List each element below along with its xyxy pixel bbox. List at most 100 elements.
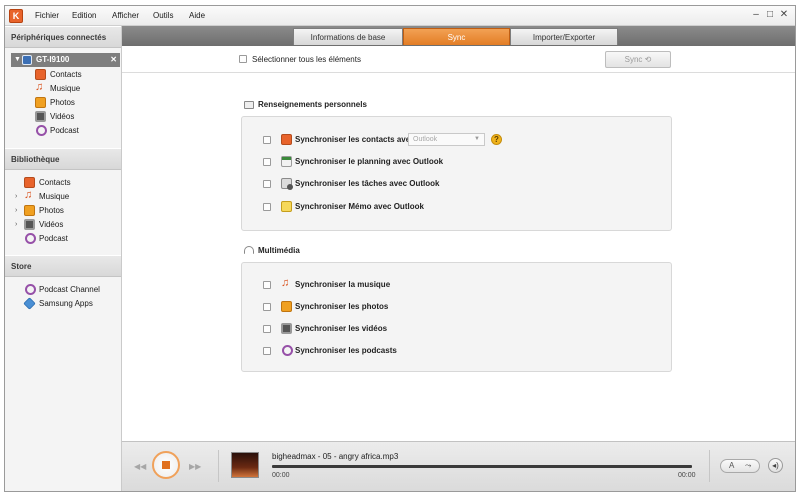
stop-button[interactable] bbox=[152, 451, 180, 479]
sync-videos-checkbox[interactable] bbox=[263, 325, 271, 333]
sync-tasks-checkbox[interactable] bbox=[263, 180, 271, 188]
store-header: Store bbox=[5, 255, 121, 277]
apps-icon bbox=[23, 297, 36, 310]
close-icon[interactable]: ✕ bbox=[777, 8, 791, 22]
sync-videos-label: Synchroniser les vidéos bbox=[295, 324, 388, 333]
menu-edition[interactable]: Edition bbox=[72, 6, 96, 26]
media-player: ◀◀ ▶▶ bigheadmax - 05 - angry africa.mp3… bbox=[122, 441, 795, 491]
sync-memo-label: Synchroniser Mémo avec Outlook bbox=[295, 202, 424, 211]
expand-icon[interactable]: ▼ bbox=[14, 53, 21, 67]
shuffle-icon[interactable]: ⤳ bbox=[745, 461, 751, 471]
divider bbox=[709, 450, 710, 482]
app-logo-icon: K bbox=[9, 9, 23, 23]
sync-panel: Renseignements personnels Synchroniser l… bbox=[122, 73, 795, 441]
sync-music-option: Synchroniser la musique bbox=[242, 277, 662, 292]
sync-tasks-option: Synchroniser les tâches avec Outlook bbox=[242, 177, 662, 191]
menu-bar: K Fichier Edition Afficher Outils Aide –… bbox=[5, 6, 795, 26]
store-item-label: Podcast Channel bbox=[39, 285, 100, 294]
chevron-down-icon: ▼ bbox=[474, 136, 480, 142]
select-all-checkbox[interactable] bbox=[239, 55, 247, 63]
next-track-icon[interactable]: ▶▶ bbox=[189, 462, 201, 471]
videos-icon bbox=[24, 219, 35, 230]
device-row[interactable]: ▼ GT-I9100 ✕ bbox=[11, 53, 120, 67]
menu-fichier[interactable]: Fichier bbox=[35, 6, 59, 26]
library-item-label: Podcast bbox=[39, 234, 68, 243]
volume-icon[interactable]: ◂) bbox=[768, 458, 783, 473]
sidebar: Périphériques connectés ▼ GT-I9100 ✕ Con… bbox=[5, 26, 122, 491]
podcast-icon bbox=[35, 125, 47, 136]
device-item-label: Musique bbox=[50, 84, 81, 93]
contacts-icon bbox=[281, 134, 292, 145]
sync-button[interactable]: Sync ⟲ bbox=[605, 51, 671, 68]
tab-importer-exporter[interactable]: Importer/Exporter bbox=[510, 28, 618, 45]
tab-sync[interactable]: Sync bbox=[403, 28, 510, 45]
library-item-label: Photos bbox=[39, 206, 64, 215]
sync-contacts-checkbox[interactable] bbox=[263, 136, 271, 144]
multimedia-options-panel: Synchroniser la musique Synchroniser les… bbox=[241, 262, 672, 372]
sync-photos-checkbox[interactable] bbox=[263, 303, 271, 311]
sync-photos-option: Synchroniser les photos bbox=[242, 300, 662, 314]
sync-contacts-option: Synchroniser les contacts avec Outlook ▼… bbox=[242, 133, 662, 147]
device-item-label: Contacts bbox=[50, 70, 82, 79]
expand-arrow-icon[interactable]: › bbox=[15, 204, 17, 217]
headphones-icon bbox=[244, 246, 254, 254]
repeat-shuffle-toggle[interactable]: A ⤳ bbox=[720, 459, 760, 473]
contacts-icon bbox=[24, 177, 35, 188]
sync-music-checkbox[interactable] bbox=[263, 281, 271, 289]
current-time: 00:00 bbox=[272, 472, 290, 479]
tab-bar: Informations de base Sync Importer/Expor… bbox=[122, 26, 795, 46]
stop-icon bbox=[162, 461, 170, 469]
sync-podcasts-checkbox[interactable] bbox=[263, 347, 271, 355]
library-item-label: Musique bbox=[39, 192, 70, 201]
maximize-icon[interactable]: □ bbox=[763, 8, 777, 22]
phone-icon bbox=[22, 55, 32, 65]
sync-calendar-checkbox[interactable] bbox=[263, 158, 271, 166]
expand-arrow-icon[interactable]: › bbox=[15, 190, 17, 203]
contacts-target-select[interactable]: Outlook ▼ bbox=[408, 133, 485, 146]
sync-calendar-label: Synchroniser le planning avec Outlook bbox=[295, 157, 444, 166]
sync-memo-option: Synchroniser Mémo avec Outlook bbox=[242, 200, 662, 214]
tasks-icon bbox=[281, 178, 293, 190]
help-icon[interactable]: ? bbox=[491, 134, 502, 145]
sync-podcasts-option: Synchroniser les podcasts bbox=[242, 344, 662, 358]
music-icon bbox=[24, 189, 35, 202]
menu-aide[interactable]: Aide bbox=[189, 6, 205, 26]
progress-slider[interactable] bbox=[272, 465, 692, 468]
album-art bbox=[231, 452, 259, 478]
sync-contacts-label: Synchroniser les contacts avec bbox=[295, 135, 415, 144]
id-card-icon bbox=[244, 101, 254, 109]
tab-informations-de-base[interactable]: Informations de base bbox=[293, 28, 403, 45]
calendar-icon bbox=[281, 156, 292, 167]
personal-section-title: Renseignements personnels bbox=[258, 100, 367, 109]
device-name: GT-I9100 bbox=[36, 55, 70, 64]
photos-icon bbox=[281, 301, 292, 312]
device-item-label: Vidéos bbox=[50, 112, 75, 121]
photos-icon bbox=[35, 97, 46, 108]
disconnect-icon[interactable]: ✕ bbox=[110, 53, 117, 67]
total-time: 00:00 bbox=[678, 472, 696, 479]
previous-track-icon[interactable]: ◀◀ bbox=[134, 462, 146, 471]
expand-arrow-icon[interactable]: › bbox=[15, 218, 17, 231]
podcast-icon bbox=[24, 233, 36, 244]
store-item-label: Samsung Apps bbox=[39, 299, 93, 308]
repeat-icon[interactable]: A bbox=[729, 461, 734, 470]
menu-outils[interactable]: Outils bbox=[153, 6, 173, 26]
toolbar: Sélectionner tous les éléments Sync ⟲ bbox=[122, 46, 795, 73]
divider bbox=[218, 450, 219, 482]
minimize-icon[interactable]: – bbox=[749, 8, 763, 22]
menu-afficher[interactable]: Afficher bbox=[112, 6, 139, 26]
sync-memo-checkbox[interactable] bbox=[263, 203, 271, 211]
sync-videos-option: Synchroniser les vidéos bbox=[242, 322, 662, 336]
sync-music-label: Synchroniser la musique bbox=[295, 280, 391, 289]
sync-tasks-label: Synchroniser les tâches avec Outlook bbox=[295, 179, 440, 188]
device-item-label: Photos bbox=[50, 98, 75, 107]
library-item-label: Vidéos bbox=[39, 220, 64, 229]
select-all-label: Sélectionner tous les éléments bbox=[252, 55, 361, 64]
photos-icon bbox=[24, 205, 35, 216]
sync-podcasts-label: Synchroniser les podcasts bbox=[295, 346, 397, 355]
contacts-target-value: Outlook bbox=[413, 136, 438, 143]
sync-calendar-option: Synchroniser le planning avec Outlook bbox=[242, 155, 662, 169]
music-icon bbox=[35, 81, 46, 94]
library-header: Bibliothèque bbox=[5, 148, 121, 170]
multimedia-section-title: Multimédia bbox=[258, 246, 300, 255]
